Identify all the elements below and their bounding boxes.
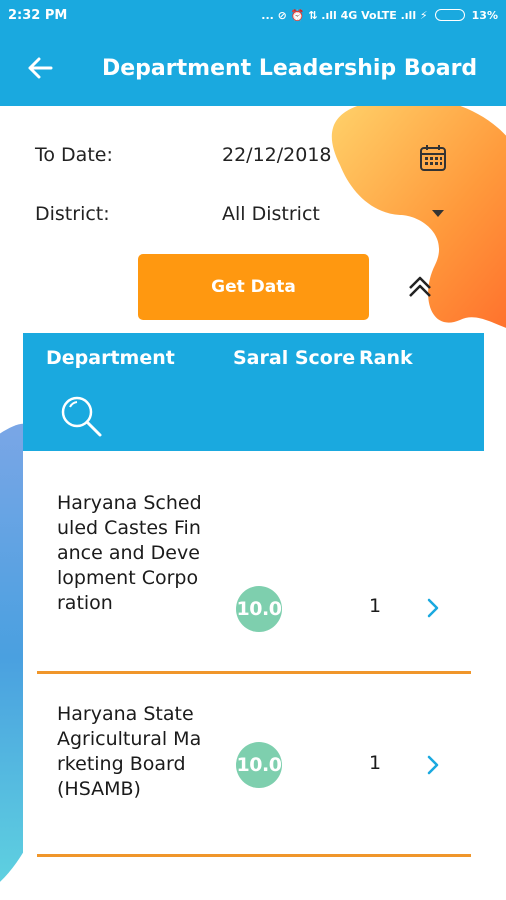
list-item[interactable]: Haryana State Agricultural Marketing Boa… <box>23 702 484 852</box>
district-select[interactable]: All District <box>222 203 320 225</box>
get-data-button[interactable]: Get Data <box>138 254 369 320</box>
rank-value: 1 <box>369 752 382 774</box>
status-icons: ... ⊘ ⏰ ⇅ .ıll 4G VoLTE .ıll ⚡ <box>261 8 428 22</box>
score-badge: 10.0 <box>236 742 282 788</box>
chevron-right-icon[interactable] <box>424 754 442 776</box>
dropdown-arrow-icon[interactable] <box>432 210 444 217</box>
department-list: Haryana Scheduled Castes Finance and Dev… <box>23 451 484 900</box>
rank-value: 1 <box>369 595 382 617</box>
page-title: Department Leadership Board <box>102 55 478 81</box>
battery-level: 13% <box>471 8 498 22</box>
row-divider <box>37 671 471 674</box>
battery-icon <box>434 9 465 21</box>
department-name: Haryana State Agricultural Marketing Boa… <box>57 703 202 800</box>
to-date-label: To Date: <box>35 144 113 166</box>
district-label: District: <box>35 203 110 225</box>
header-rank: Rank <box>359 347 413 369</box>
list-item[interactable]: Haryana Scheduled Castes Finance and Dev… <box>23 491 484 671</box>
status-bar: 2:32 PM ... ⊘ ⏰ ⇅ .ıll 4G VoLTE .ıll ⚡ 1… <box>0 0 506 30</box>
status-indicators: ... ⊘ ⏰ ⇅ .ıll 4G VoLTE .ıll ⚡ 13% <box>261 9 498 22</box>
header-department: Department <box>46 347 175 369</box>
chevron-right-icon[interactable] <box>424 597 442 619</box>
table-header: Department Saral Score Rank <box>23 333 484 451</box>
to-date-field[interactable]: 22/12/2018 <box>222 144 332 166</box>
app-bar: Department Leadership Board <box>0 30 506 106</box>
department-name: Haryana Scheduled Castes Finance and Dev… <box>57 492 202 614</box>
search-icon[interactable] <box>60 395 104 439</box>
score-badge: 10.0 <box>236 586 282 632</box>
row-divider <box>37 854 471 857</box>
back-button[interactable] <box>0 30 80 106</box>
header-saral-score: Saral Score <box>233 347 356 369</box>
collapse-chevrons-icon[interactable] <box>405 272 435 302</box>
arrow-left-icon <box>28 57 53 79</box>
status-time: 2:32 PM <box>8 7 68 23</box>
calendar-icon[interactable] <box>418 143 448 173</box>
